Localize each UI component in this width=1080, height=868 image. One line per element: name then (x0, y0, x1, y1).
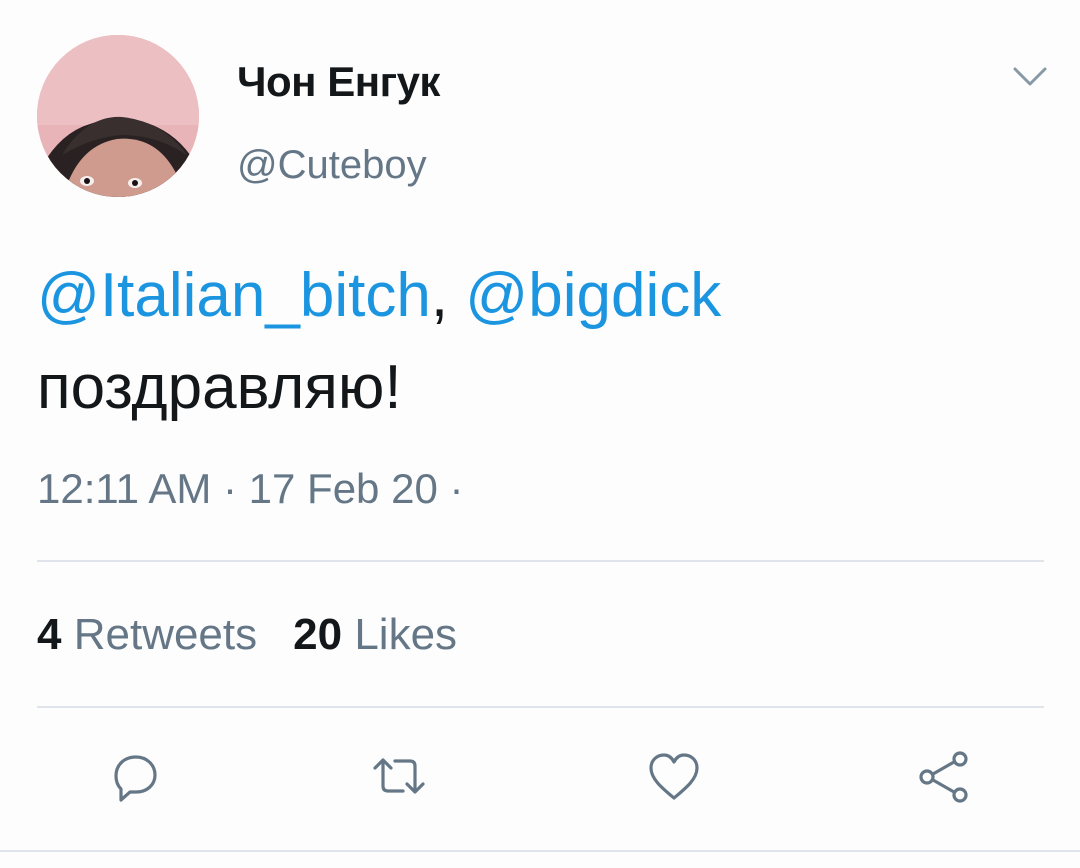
likes-stat[interactable]: 20 Likes (293, 610, 457, 659)
tweet-text: @Italian_bitch, @bigdick поздравляю! (37, 250, 1037, 434)
tweet-stats: 4 Retweets 20 Likes (37, 610, 457, 660)
bottom-border (0, 850, 1080, 852)
retweets-label: Retweets (73, 610, 258, 659)
mention-link[interactable]: @Italian_bitch (37, 261, 431, 330)
divider (37, 560, 1044, 562)
mention-link[interactable]: @bigdick (465, 261, 721, 330)
mention-separator: , (430, 261, 466, 330)
tweet-timestamp[interactable]: 12:11 AM · 17 Feb 20 · (37, 465, 463, 513)
retweets-count: 4 (37, 610, 62, 659)
retweet-icon[interactable] (369, 746, 429, 806)
user-handle[interactable]: @Cuteboy (237, 143, 427, 188)
retweets-stat[interactable]: 4 Retweets (37, 610, 257, 659)
tweet-card: Чон Енгук @Cuteboy @Italian_bitch, @bigd… (0, 0, 1080, 868)
tweet-body: поздравляю! (37, 353, 402, 422)
chevron-down-icon[interactable] (1012, 64, 1048, 90)
share-icon[interactable] (914, 746, 974, 806)
heart-icon[interactable] (644, 746, 704, 806)
likes-label: Likes (354, 610, 458, 659)
reply-icon[interactable] (104, 746, 164, 806)
display-name[interactable]: Чон Енгук (237, 58, 440, 106)
divider (37, 706, 1044, 708)
likes-count: 20 (293, 610, 343, 659)
avatar[interactable] (37, 35, 199, 197)
